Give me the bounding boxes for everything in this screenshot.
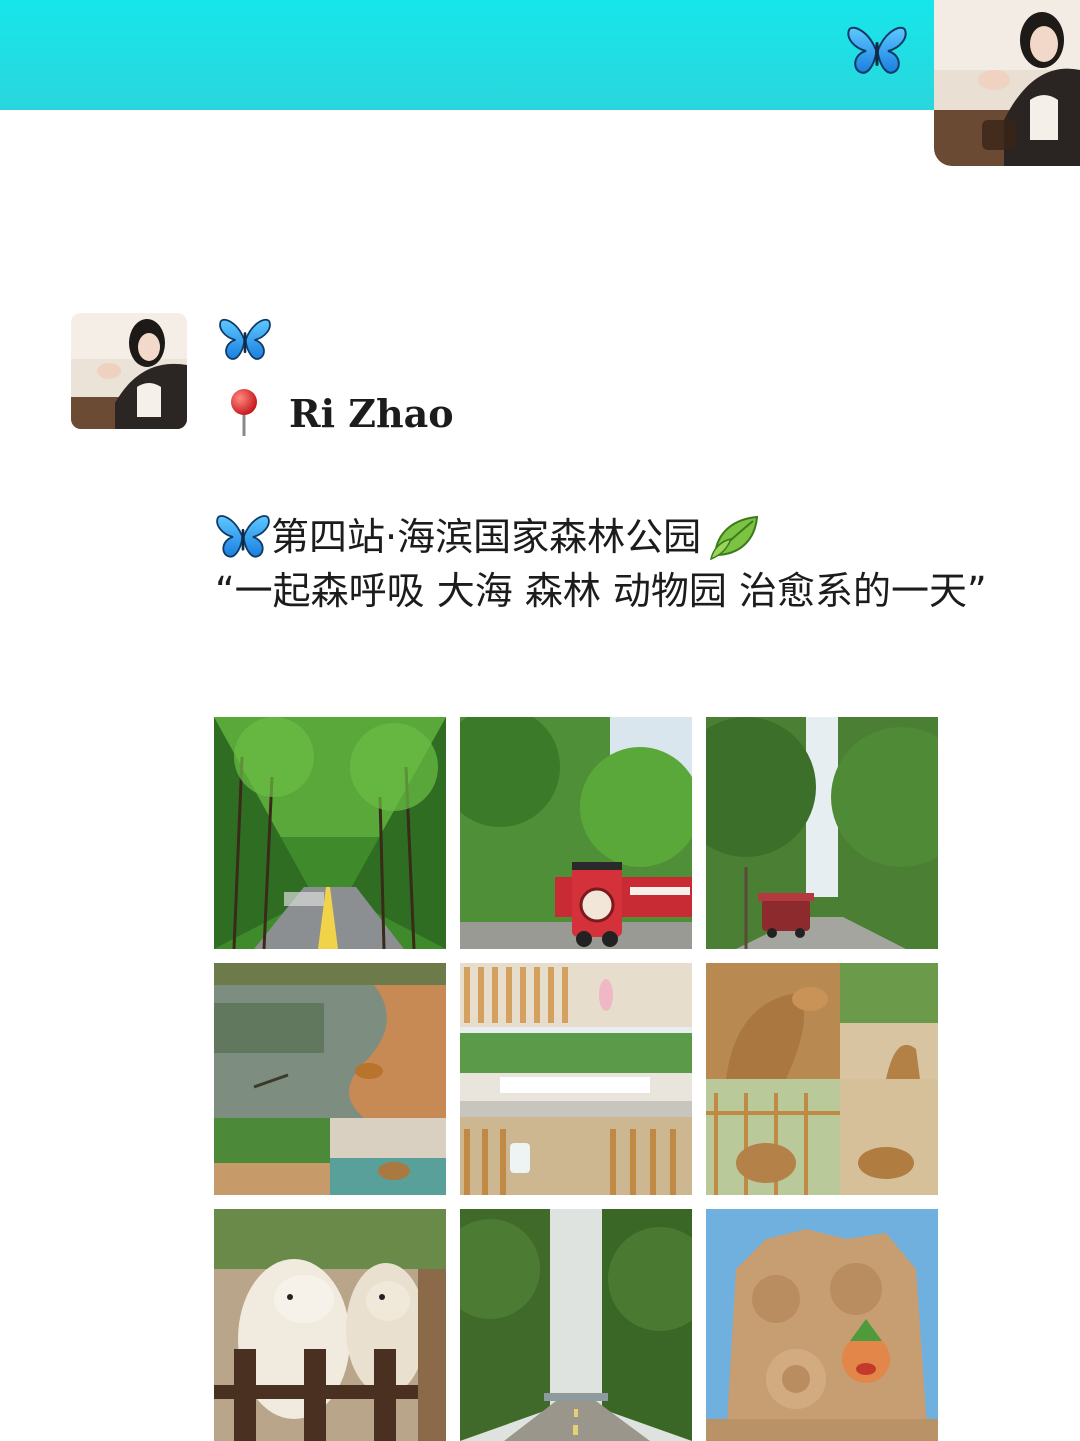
photo-pond-and-animals[interactable] [214, 963, 446, 1195]
leaf-icon [710, 515, 759, 561]
photo-deer-collage[interactable] [706, 963, 938, 1195]
caption-body: “一起森呼吸 大海 森林 动物园 治愈系的一天” [215, 569, 987, 613]
photo-tree-lined-road[interactable] [214, 717, 446, 949]
location-pin-icon [231, 389, 257, 436]
photo-tour-train-forest-road[interactable] [706, 717, 938, 949]
caption-title: 第四站·海滨国家森林公园 [271, 515, 702, 559]
photo-forest-path-to-sea[interactable] [460, 1209, 692, 1441]
profile-avatar[interactable] [934, 0, 1080, 166]
author-avatar[interactable] [71, 313, 187, 429]
photo-sand-sculpture[interactable] [706, 1209, 938, 1441]
location-label[interactable]: Ri Zhao [289, 390, 454, 438]
photo-alpacas[interactable] [214, 1209, 446, 1441]
header-bar [0, 0, 1080, 110]
post-caption: 第四站·海滨国家森林公园 “一起森呼吸 大海 森林 动物园 治愈系的一天” [215, 510, 1075, 618]
photo-red-tour-train[interactable] [460, 717, 692, 949]
butterfly-icon [847, 26, 907, 74]
butterfly-icon [219, 318, 271, 360]
butterfly-icon [216, 515, 270, 558]
photo-park-entrance-collage[interactable] [460, 963, 692, 1195]
